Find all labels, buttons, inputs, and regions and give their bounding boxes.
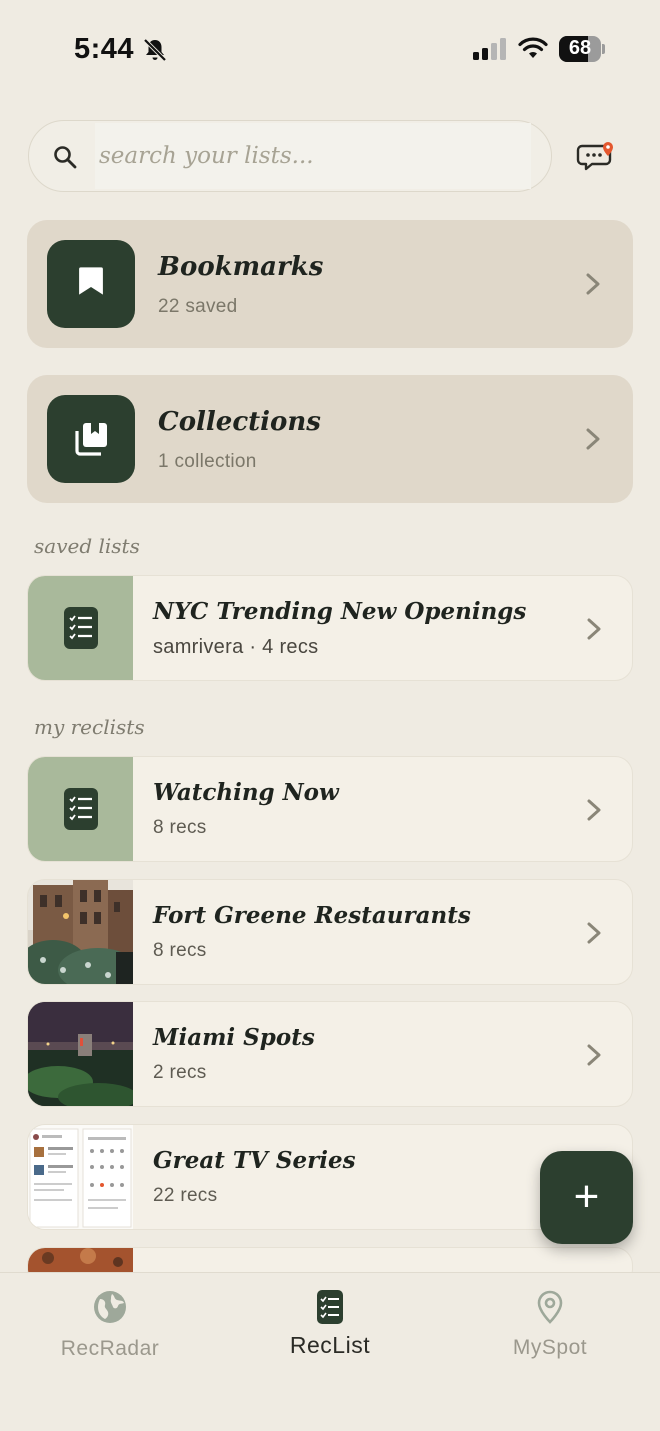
list-item[interactable]: Miami Spots 2 recs — [27, 1001, 633, 1107]
tab-myspot[interactable]: MySpot — [440, 1273, 660, 1383]
list-subtitle: 8 recs — [153, 940, 207, 961]
checklist-icon — [317, 1290, 343, 1324]
search-bar[interactable] — [28, 120, 552, 192]
list-item[interactable]: Fort Greene Restaurants 8 recs — [27, 879, 633, 985]
globe-icon — [94, 1291, 126, 1323]
list-title: Fort Greene Restaurants — [153, 902, 471, 929]
chevron-right-icon — [587, 922, 601, 944]
bookmark-tile — [47, 240, 135, 328]
list-subtitle: 8 recs — [153, 817, 207, 838]
list-thumb — [28, 576, 133, 680]
bookmarks-title: Bookmarks — [158, 252, 324, 282]
list-subtitle: 22 recs — [153, 1185, 218, 1206]
list-title: NYC Trending New Openings — [153, 598, 527, 625]
checklist-icon — [64, 607, 98, 649]
saved-lists-heading: saved lists — [34, 534, 140, 558]
battery-percentage: 68 — [568, 37, 592, 59]
chevron-right-icon — [587, 799, 601, 821]
plus-icon: + — [573, 1172, 600, 1221]
tab-label: RecRadar — [60, 1337, 160, 1360]
list-item[interactable]: NYC Trending New Openings samrivera · 4 … — [27, 575, 633, 681]
collections-card[interactable]: Collections 1 collection — [27, 375, 633, 503]
list-title: Miami Spots — [153, 1024, 315, 1051]
status-time: 5:44 — [74, 33, 135, 65]
chevron-right-icon — [586, 428, 600, 450]
my-reclists-heading: my reclists — [34, 715, 145, 739]
search-icon — [54, 146, 77, 169]
list-item[interactable]: Watching Now 8 recs — [27, 756, 633, 862]
tab-reclist[interactable]: RecList — [220, 1273, 440, 1383]
chevron-right-icon — [587, 618, 601, 640]
tab-label: MySpot — [512, 1336, 588, 1359]
tab-recradar[interactable]: RecRadar — [0, 1273, 220, 1383]
checklist-icon — [64, 788, 98, 830]
collections-count: 1 collection — [158, 451, 257, 472]
bookmarks-card[interactable]: Bookmarks 22 saved — [27, 220, 633, 348]
collections-tile — [47, 395, 135, 483]
bookmark-icon — [79, 267, 103, 295]
bell-slash-icon — [143, 38, 167, 62]
list-subtitle: 2 recs — [153, 1062, 207, 1083]
list-title: Watching Now — [153, 779, 339, 806]
search-input[interactable] — [95, 123, 531, 189]
brownstones-photo — [28, 880, 133, 984]
list-subtitle: samrivera · 4 recs — [153, 636, 319, 658]
chevron-right-icon — [586, 273, 600, 295]
bookmarks-count: 22 saved — [158, 296, 238, 317]
wifi-icon — [518, 37, 548, 58]
list-title: Great TV Series — [153, 1147, 356, 1174]
location-pin-icon — [537, 1290, 563, 1324]
collections-title: Collections — [158, 407, 321, 437]
bottom-tab-bar: RecRadar RecList MySpot — [0, 1272, 660, 1431]
chat-location-icon[interactable] — [576, 136, 616, 176]
screenshots-photo — [28, 1125, 133, 1229]
status-bar: 5:44 68 — [0, 0, 660, 100]
chevron-right-icon — [587, 1044, 601, 1066]
add-list-button[interactable]: + — [540, 1151, 633, 1244]
battery-icon: 68 — [559, 36, 605, 62]
list-thumb — [28, 757, 133, 861]
signal-icon — [473, 38, 506, 60]
collections-icon — [75, 423, 107, 456]
night-water-photo — [28, 1002, 133, 1106]
tab-label: RecList — [289, 1332, 371, 1358]
